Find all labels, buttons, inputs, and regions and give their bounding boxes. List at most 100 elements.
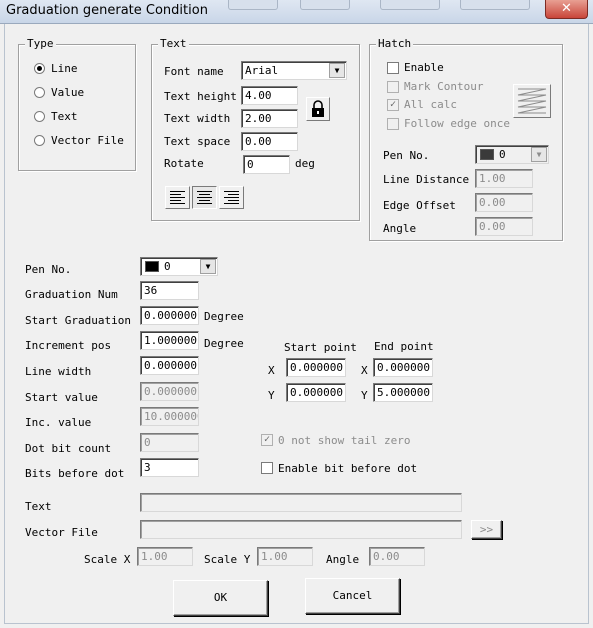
follow-edge-label: Follow edge once [404,117,510,130]
chevron-down-icon: ▼ [531,147,547,162]
line-width-label: Line width [25,365,92,378]
hatch-pen-no-select[interactable]: 0 ▼ [475,145,549,164]
all-calc-checkbox[interactable]: ✓ [387,99,399,111]
vector-angle-input[interactable]: 0.00 [369,547,425,566]
start-y-input[interactable]: 0.000000 [286,383,346,402]
start-y-label: Y [268,389,275,402]
hatch-pen-no-label: Pen No. [383,149,430,162]
enable-bit-checkbox[interactable] [261,462,273,474]
bits-before-dot-input[interactable]: 3 [140,458,199,477]
align-left-button[interactable] [165,186,190,209]
text-content-input[interactable] [140,493,462,512]
background-tab [380,0,440,10]
rotate-unit: deg [295,157,315,170]
align-center-button[interactable] [192,186,217,209]
rotate-input[interactable]: 0 [243,155,290,174]
bits-before-dot-label: Bits before dot [25,467,125,480]
type-radio-value[interactable] [34,87,45,98]
type-group-title: Type [25,37,56,50]
end-y-label: Y [361,389,368,402]
background-tab [228,0,278,10]
edge-offset-label: Edge Offset [383,199,456,212]
follow-edge-checkbox[interactable] [387,118,399,130]
font-name-label: Font name [164,65,224,78]
start-point-label: Start point [284,341,357,354]
dot-bit-count-label: Dot bit count [25,442,112,455]
line-distance-input[interactable]: 1.00 [475,169,533,188]
background-tab [460,0,530,10]
line-distance-label: Line Distance [383,173,470,186]
all-calc-label: All calc [404,98,457,111]
title-bar: Graduation generate Condition ✕ [0,0,593,24]
align-right-button[interactable] [219,186,244,209]
pen-no-value: 0 [164,260,171,273]
start-x-label: X [268,364,275,377]
ok-button[interactable]: OK [173,580,268,616]
scale-y-input[interactable]: 1.00 [257,547,313,566]
rotate-label: Rotate [164,157,204,170]
background-tab [300,0,350,10]
text-width-input[interactable]: 2.00 [241,109,298,128]
no-tail-zero-checkbox[interactable]: ✓ [261,434,273,446]
close-button[interactable]: ✕ [545,0,588,19]
browse-vector-file-button[interactable]: >> [471,520,502,539]
enable-bit-label: Enable bit before dot [278,462,418,475]
increment-pos-label: Increment pos [25,339,112,352]
close-icon: ✕ [561,1,572,16]
hatch-pattern-button[interactable] [513,84,551,118]
align-center-icon [197,191,212,204]
scale-x-input[interactable]: 1.00 [137,547,193,566]
type-radio-text[interactable] [34,111,45,122]
mark-contour-checkbox[interactable] [387,81,399,93]
cancel-button[interactable]: Cancel [305,578,400,614]
graduation-num-input[interactable]: 36 [140,281,199,300]
type-label-value: Value [51,86,85,99]
start-value-label: Start value [25,391,98,404]
window-title: Graduation generate Condition [6,3,208,18]
inc-value-label: Inc. value [25,416,92,429]
vector-file-input[interactable] [140,520,462,539]
start-graduation-unit: Degree [204,310,244,323]
no-tail-zero-label: 0 not show tail zero [278,434,411,447]
edge-offset-input[interactable]: 0.00 [475,193,533,212]
hatch-angle-label: Angle [383,222,417,235]
end-point-label: End point [374,340,434,353]
graduation-num-label: Graduation Num [25,288,118,301]
zigzag-hatch-icon [517,88,547,114]
text-group-title: Text [158,37,189,50]
hatch-angle-input[interactable]: 0.00 [475,217,533,236]
start-graduation-input[interactable]: 0.000000 [140,306,199,325]
scale-y-label: Scale Y [204,553,251,566]
type-radio-line[interactable] [34,63,45,74]
inc-value-input[interactable]: 10.000000 [140,407,199,426]
font-name-select[interactable]: Arial ▼ [241,61,347,80]
pen-no-select[interactable]: 0 ▼ [140,257,218,276]
start-value-input[interactable]: 0.000000 [140,382,199,401]
type-label-text: Text [51,110,78,123]
text-group: Text Font name Arial ▼ Text height 4.00 … [151,37,360,221]
hatch-group-title: Hatch [376,37,414,50]
increment-pos-unit: Degree [204,337,244,350]
lock-ratio-button[interactable] [306,97,330,121]
text-space-input[interactable]: 0.00 [241,132,298,151]
vector-file-label: Vector File [25,526,98,539]
end-x-input[interactable]: 0.000000 [373,358,433,377]
hatch-enable-label: Enable [404,61,444,74]
dot-bit-count-input[interactable]: 0 [140,433,199,452]
type-radio-vector-file[interactable] [34,135,45,146]
pen-color-swatch [145,261,159,272]
hatch-enable-checkbox[interactable] [387,62,399,74]
pen-color-swatch [480,149,494,160]
text-space-label: Text space [164,135,231,148]
end-y-input[interactable]: 5.000000 [373,383,433,402]
text-height-input[interactable]: 4.00 [241,86,298,105]
increment-pos-input[interactable]: 1.000000 [140,331,199,350]
lock-icon [312,100,324,117]
hatch-pen-no-value: 0 [499,148,506,161]
text-height-label: Text height [164,90,237,103]
type-group: Type Line Value Text Vector File [18,37,136,171]
mark-contour-label: Mark Contour [404,80,484,93]
line-width-input[interactable]: 0.000000 [140,356,199,375]
type-label-vector-file: Vector File [51,134,124,147]
start-x-input[interactable]: 0.000000 [286,358,346,377]
